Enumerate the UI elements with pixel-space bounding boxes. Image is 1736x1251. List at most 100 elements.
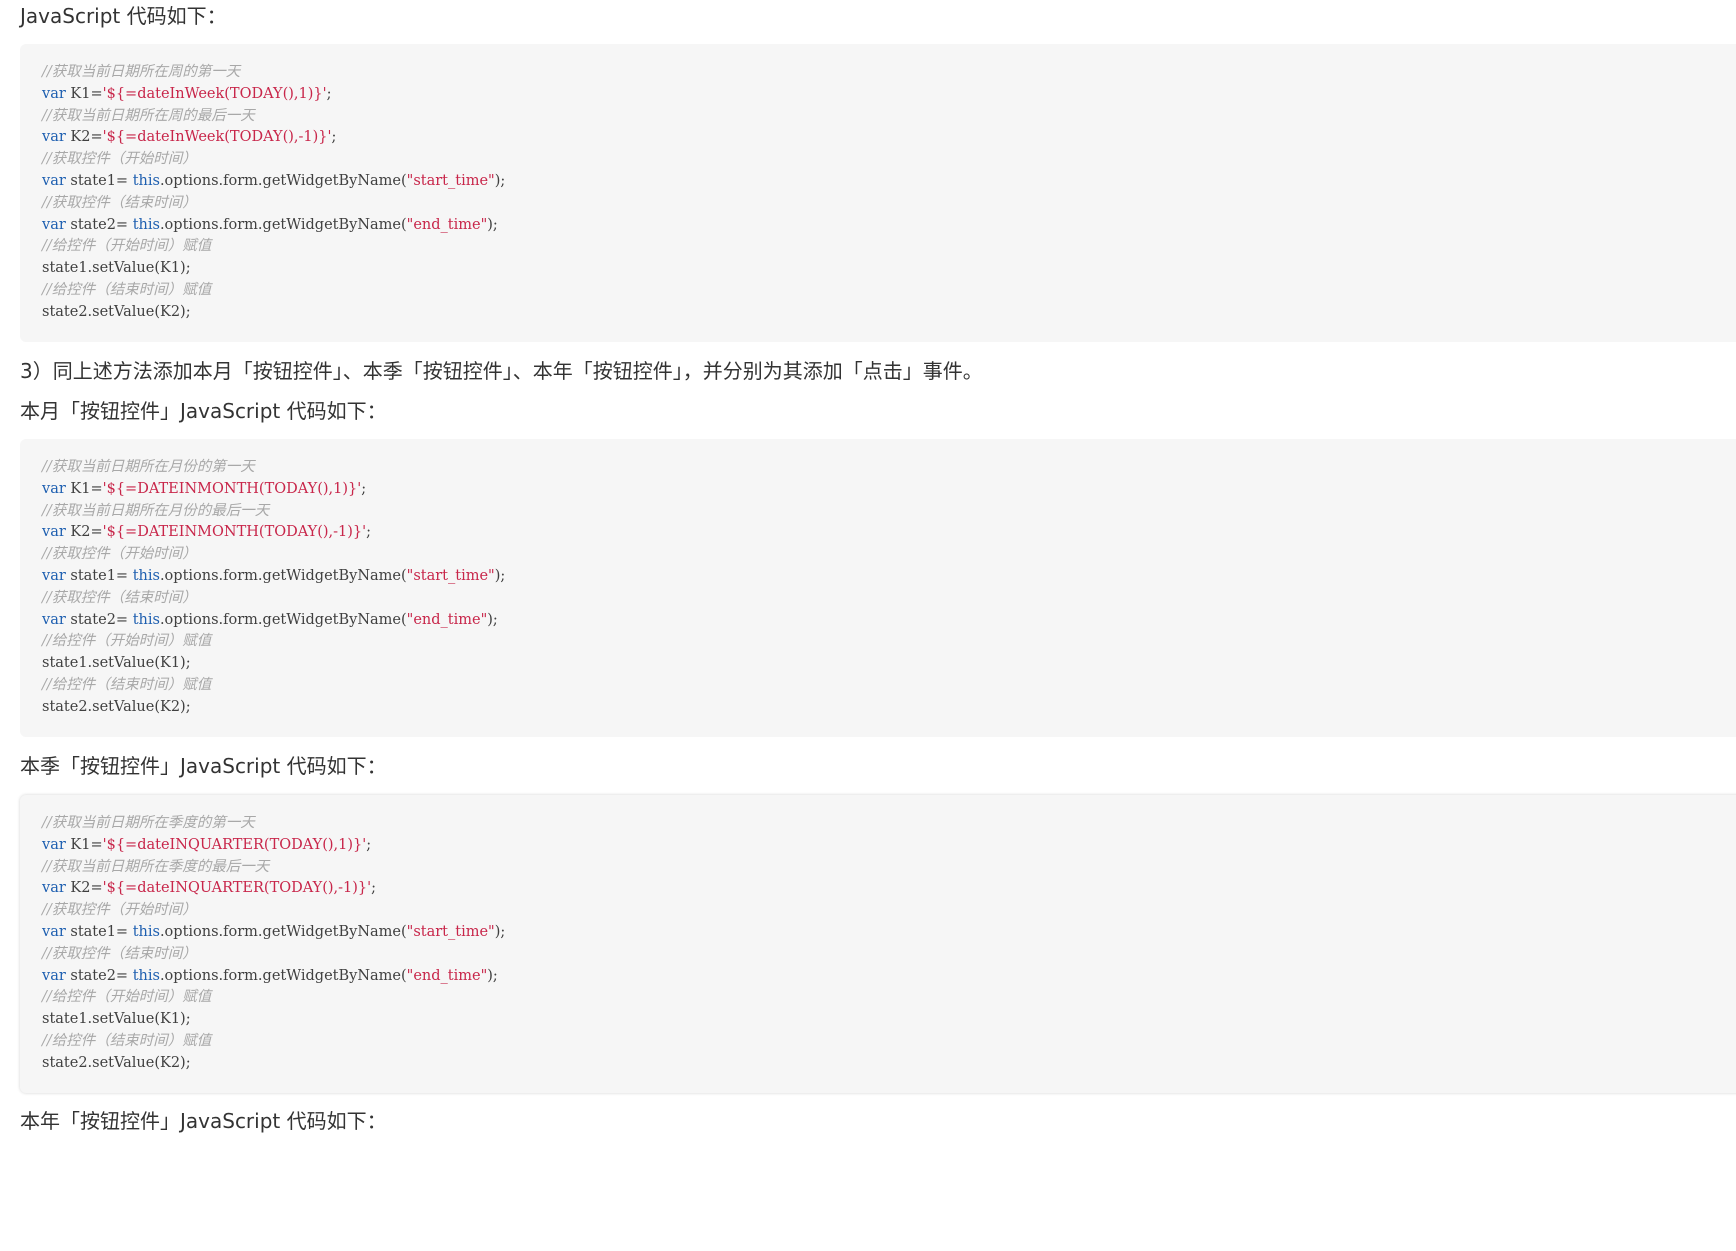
code-keyword: this: [132, 172, 160, 189]
code-keyword: var: [42, 923, 66, 940]
code-text: K2=: [65, 524, 103, 541]
code-line: state1.setValue(K1);: [42, 1009, 1736, 1031]
code-line: var state2= this.options.form.getWidgetB…: [42, 966, 1736, 988]
code-line: state1.setValue(K1);: [42, 653, 1736, 675]
code-line: //给控件（结束时间）赋值: [42, 280, 1736, 302]
code-keyword: this: [132, 923, 160, 940]
code-text: state1.setValue(K1);: [42, 655, 191, 672]
code-string: "end_time": [406, 216, 488, 233]
code-comment: //获取控件（结束时间）: [42, 194, 197, 211]
code-comment: //获取控件（开始时间）: [42, 902, 197, 919]
code-comment: //获取当前日期所在月份的最后一天: [42, 502, 270, 519]
intro-week-paragraph: JavaScript 代码如下：: [20, 4, 227, 28]
code-line: var state2= this.options.form.getWidgetB…: [42, 610, 1736, 632]
code-comment: //获取当前日期所在周的最后一天: [42, 107, 255, 124]
code-keyword: var: [42, 967, 66, 984]
code-keyword: var: [42, 524, 66, 541]
code-block-quarter[interactable]: //获取当前日期所在季度的第一天 var K1='${=dateINQUARTER…: [20, 795, 1736, 1093]
code-line: //给控件（结束时间）赋值: [42, 675, 1736, 697]
code-block-week[interactable]: //获取当前日期所在周的第一天 var K1='${=dateInWeek(TOD…: [20, 44, 1736, 342]
code-comment: //获取控件（结束时间）: [42, 945, 197, 962]
code-line: //获取当前日期所在月份的第一天: [42, 457, 1736, 479]
code-comment: //给控件（结束时间）赋值: [42, 281, 212, 298]
code-comment: //给控件（开始时间）赋值: [42, 633, 212, 650]
code-keyword: var: [42, 216, 66, 233]
code-keyword: this: [132, 967, 160, 984]
code-text: state2.setValue(K2);: [42, 698, 191, 715]
code-comment: //获取当前日期所在季度的第一天: [42, 815, 255, 831]
code-text: state1.setValue(K1);: [42, 260, 191, 277]
code-line: var state1= this.options.form.getWidgetB…: [42, 171, 1736, 193]
code-string: "end_time": [406, 967, 488, 984]
code-text: state1=: [65, 172, 133, 189]
code-text: K1=: [65, 480, 103, 497]
code-line: //给控件（开始时间）赋值: [42, 236, 1736, 258]
code-text: );: [487, 967, 498, 984]
code-comment: //获取当前日期所在周的第一天: [42, 64, 241, 80]
code-line: //给控件（结束时间）赋值: [42, 1031, 1736, 1053]
code-comment: //获取控件（结束时间）: [42, 589, 197, 606]
code-text: K1=: [65, 85, 103, 102]
code-line: //获取控件（开始时间）: [42, 900, 1736, 922]
code-string: '${=DATEINMONTH(TODAY(),-1)}': [102, 524, 367, 541]
code-comment: //给控件（开始时间）赋值: [42, 238, 212, 255]
year-heading: 本年「按钮控件」JavaScript 代码如下：: [20, 1109, 387, 1133]
code-line: var K1='${=dateInWeek(TODAY(),1)}';: [42, 84, 1736, 106]
code-comment: //给控件（开始时间）赋值: [42, 989, 212, 1006]
code-string: "start_time": [406, 172, 495, 189]
code-keyword: var: [42, 836, 66, 853]
code-string: '${=dateINQUARTER(TODAY(),-1)}': [102, 880, 372, 897]
code-keyword: var: [42, 480, 66, 497]
code-keyword: this: [132, 611, 160, 628]
code-text: state2.setValue(K2);: [42, 303, 191, 320]
code-line: //获取控件（开始时间）: [42, 544, 1736, 566]
code-line: //获取控件（结束时间）: [42, 588, 1736, 610]
code-text: .options.form.getWidgetByName(: [159, 611, 407, 628]
code-text: state2=: [65, 216, 133, 233]
code-line: var state1= this.options.form.getWidgetB…: [42, 566, 1736, 588]
code-line: //获取当前日期所在周的第一天: [42, 62, 1736, 84]
code-text: K1=: [65, 836, 103, 853]
code-text: ;: [361, 480, 367, 497]
code-text: state2=: [65, 967, 133, 984]
code-text: .options.form.getWidgetByName(: [159, 967, 407, 984]
code-line: var K2='${=DATEINMONTH(TODAY(),-1)}';: [42, 522, 1736, 544]
code-string: '${=dateInWeek(TODAY(),-1)}': [102, 129, 332, 146]
code-text: ;: [366, 836, 372, 853]
code-comment: //获取控件（开始时间）: [42, 151, 197, 168]
code-text: K2=: [65, 129, 103, 146]
code-text: .options.form.getWidgetByName(: [159, 216, 407, 233]
code-keyword: var: [42, 880, 66, 897]
code-text: state2=: [65, 611, 133, 628]
code-line: var state1= this.options.form.getWidgetB…: [42, 922, 1736, 944]
code-line: //获取控件（结束时间）: [42, 944, 1736, 966]
code-line: var K2='${=dateINQUARTER(TODAY(),-1)}';: [42, 878, 1736, 900]
code-keyword: var: [42, 85, 66, 102]
code-keyword: this: [132, 567, 160, 584]
code-text: ;: [331, 129, 337, 146]
code-line: //获取当前日期所在月份的最后一天: [42, 501, 1736, 523]
code-line: //给控件（开始时间）赋值: [42, 631, 1736, 653]
code-text: state1=: [65, 923, 133, 940]
code-comment: //获取当前日期所在月份的第一天: [42, 459, 255, 475]
code-keyword: this: [132, 216, 160, 233]
code-text: .options.form.getWidgetByName(: [159, 172, 407, 189]
code-line: //获取当前日期所在周的最后一天: [42, 106, 1736, 128]
code-text: state1=: [65, 567, 133, 584]
code-text: );: [487, 216, 498, 233]
code-string: '${=dateINQUARTER(TODAY(),1)}': [102, 836, 367, 853]
quarter-heading: 本季「按钮控件」JavaScript 代码如下：: [20, 754, 387, 778]
step3-paragraph: 3）同上述方法添加本月「按钮控件」、本季「按钮控件」、本年「按钮控件」，并分别为…: [20, 359, 983, 383]
code-string: "end_time": [406, 611, 488, 628]
code-line: //获取控件（开始时间）: [42, 149, 1736, 171]
code-text: K2=: [65, 880, 103, 897]
code-comment: //给控件（结束时间）赋值: [42, 1032, 212, 1049]
code-text: ;: [326, 85, 332, 102]
code-block-month[interactable]: //获取当前日期所在月份的第一天 var K1='${=DATEINMONTH(T…: [20, 439, 1736, 737]
code-keyword: var: [42, 611, 66, 628]
code-string: '${=DATEINMONTH(TODAY(),1)}': [102, 480, 362, 497]
code-line: //获取当前日期所在季度的最后一天: [42, 857, 1736, 879]
code-text: );: [494, 567, 506, 584]
code-keyword: var: [42, 129, 66, 146]
code-string: '${=dateInWeek(TODAY(),1)}': [102, 85, 327, 102]
